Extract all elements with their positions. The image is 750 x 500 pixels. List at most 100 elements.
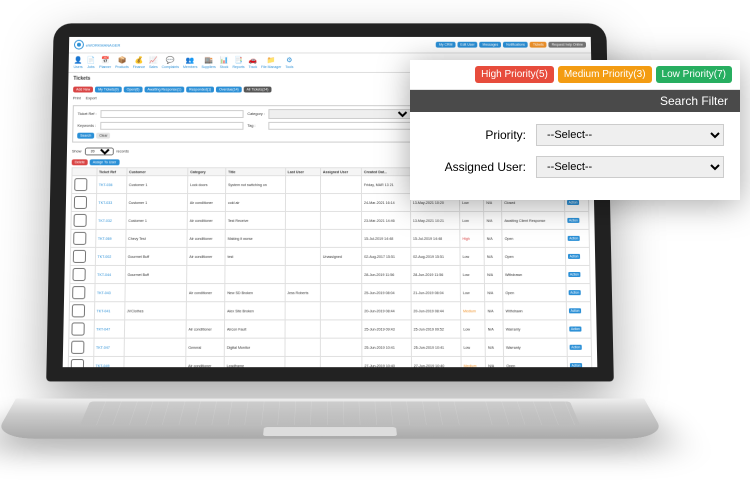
ticket-ref-link[interactable]: TKT-043 <box>94 284 125 302</box>
pager-size-select[interactable]: 20 <box>84 147 113 155</box>
ticketref-input[interactable] <box>100 110 243 118</box>
priority-chip[interactable]: Low Priority(7) <box>656 66 732 83</box>
tool-finance[interactable]: 💰Finance <box>133 56 146 69</box>
action-button[interactable]: Action <box>566 338 591 356</box>
ticket-ref-link[interactable]: TKT-033 <box>96 194 126 212</box>
priority-chip[interactable]: Medium Priority(3) <box>558 66 652 83</box>
created-cell: 27-Jun-2019 10:40 <box>362 356 411 367</box>
subaction-print[interactable]: Print <box>73 96 81 100</box>
action-button[interactable]: Action <box>567 356 592 367</box>
ticket-ref-link[interactable]: TKT-002 <box>95 247 126 265</box>
priority-chip[interactable]: High Priority(5) <box>475 66 554 83</box>
action-button[interactable]: Action <box>566 284 591 302</box>
column-header[interactable]: Category <box>188 168 226 176</box>
header-link[interactable]: My CRM <box>436 42 455 48</box>
action-button[interactable]: Action <box>565 247 590 265</box>
action-button[interactable]: Action <box>566 320 591 338</box>
action-button[interactable]: Action <box>566 302 591 320</box>
column-header[interactable]: Created Dat... <box>361 168 410 176</box>
ticket-ref-link[interactable]: TKT-036 <box>96 176 126 194</box>
keywords-input[interactable] <box>100 122 243 130</box>
header-link[interactable]: Notifications <box>503 42 528 48</box>
checkbox[interactable] <box>71 229 96 247</box>
created-cell: Friday, MAR 13 21 <box>361 176 410 194</box>
checkbox[interactable] <box>72 176 97 194</box>
tool-label: Tools <box>285 65 293 69</box>
checkbox[interactable] <box>69 302 94 320</box>
assigned-user-select[interactable]: --Select-- <box>536 156 724 178</box>
title-cell: Leadframe <box>224 356 284 367</box>
category-select[interactable] <box>269 109 412 119</box>
tab-button[interactable]: Overdue(14) <box>216 87 241 93</box>
status-cell: Warranty <box>503 338 566 356</box>
header-link[interactable]: Request help Online <box>549 42 586 48</box>
column-header[interactable]: Last User <box>285 168 320 176</box>
header-links: My CRMEdit UserMessagesNotificationsTick… <box>436 42 586 48</box>
tab-button[interactable]: Add New <box>73 87 93 93</box>
ticket-ref-link[interactable]: TKT-047 <box>94 320 125 338</box>
column-header[interactable] <box>72 168 97 176</box>
tool-sales[interactable]: 📈Sales <box>149 56 158 69</box>
checkbox[interactable] <box>71 211 96 229</box>
ticket-ref-link[interactable]: TKT-047 <box>93 338 124 356</box>
tool-track[interactable]: 🚗Track <box>249 56 258 69</box>
search-button[interactable]: Search <box>77 133 94 139</box>
ticket-ref-link[interactable]: TKT-069 <box>95 229 126 247</box>
action-button[interactable]: Action <box>565 265 590 283</box>
checkbox[interactable] <box>70 284 95 302</box>
tab-button[interactable]: Responded(1) <box>186 87 214 93</box>
status-cell: Open <box>502 229 565 247</box>
ticket-ref-link[interactable]: TKT-049 <box>93 356 124 367</box>
checkbox[interactable] <box>70 247 95 265</box>
action-button[interactable]: Action <box>565 229 590 247</box>
column-header[interactable]: Customer <box>126 168 187 176</box>
header-link[interactable]: Edit User <box>457 42 477 48</box>
tool-jobs[interactable]: 📄Jobs <box>87 56 96 69</box>
tool-reports[interactable]: 📑Reports <box>232 56 244 69</box>
checkbox[interactable] <box>68 356 93 367</box>
tool-complaints[interactable]: 💬Complaints <box>162 56 179 69</box>
tool-planner[interactable]: 📅Planner <box>99 56 111 69</box>
assigned-cell <box>320 284 361 302</box>
clear-button[interactable]: Clear <box>96 133 110 139</box>
category-cell: Air conditioner <box>187 229 225 247</box>
checkbox[interactable] <box>69 320 94 338</box>
created-cell: 24-Mar-2021 16:14 <box>361 194 410 212</box>
updated-cell: 20-Jun-2019 08:44 <box>411 302 461 320</box>
tag-input[interactable] <box>269 122 412 130</box>
tool-label: Track <box>249 65 258 69</box>
tab-button[interactable]: Open(6) <box>124 87 143 93</box>
tool-tools[interactable]: ⚙Tools <box>285 56 293 69</box>
batch-delete[interactable]: Delete <box>72 159 88 165</box>
title-cell: New SD Broken <box>225 284 285 302</box>
tool-members[interactable]: 👥Members <box>183 56 198 69</box>
tool-label: Complaints <box>162 65 179 69</box>
priority-cell: Low <box>461 338 486 356</box>
tool-stock[interactable]: 📊Stock <box>220 56 229 69</box>
checkbox[interactable] <box>68 338 93 356</box>
subaction-export[interactable]: Export <box>86 96 97 100</box>
tool-products[interactable]: 📦Products <box>115 56 129 69</box>
title-cell: cold air <box>225 194 285 212</box>
ticket-ref-link[interactable]: TKT-044 <box>95 265 126 283</box>
column-header[interactable]: Ticket Ref <box>96 168 126 176</box>
header-link[interactable]: Messages <box>479 42 501 48</box>
priority-select[interactable]: --Select-- <box>536 124 724 146</box>
ticket-ref-link[interactable]: TKT-041 <box>94 302 125 320</box>
column-header[interactable]: Title <box>226 168 286 176</box>
tags-cell: N/A <box>485 320 503 338</box>
ticket-ref-link[interactable]: TKT-032 <box>95 211 125 229</box>
created-cell: 25-Jun-2019 08:04 <box>362 284 411 302</box>
tab-button[interactable]: My Tickets(0) <box>95 87 122 93</box>
tool-file-manager[interactable]: 📁File Manager <box>261 56 281 69</box>
header-link[interactable]: Tickets <box>530 42 547 48</box>
tool-users[interactable]: 👤Users <box>74 56 83 69</box>
tab-button[interactable]: All Tickets(24) <box>244 87 272 93</box>
action-button[interactable]: Action <box>564 211 589 229</box>
checkbox[interactable] <box>70 265 95 283</box>
column-header[interactable]: Assigned User <box>320 168 361 176</box>
checkbox[interactable] <box>71 194 96 212</box>
batch-assign-to-user[interactable]: Assign To User <box>90 159 120 165</box>
tab-button[interactable]: Awaiting Response(1) <box>144 87 184 93</box>
tool-suppliers[interactable]: 🏬Suppliers <box>201 56 216 69</box>
